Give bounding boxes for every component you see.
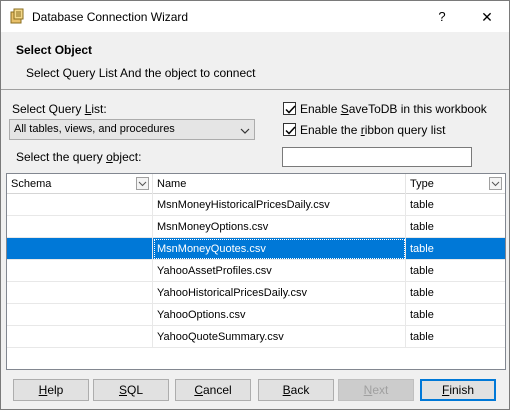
query-list-label: Select Query List:	[12, 102, 107, 116]
schema-cell	[7, 194, 153, 216]
schema-cell	[7, 282, 153, 304]
schema-cell	[7, 216, 153, 238]
sql-button-mnemonic: S	[118, 383, 127, 397]
column-header-type-label: Type	[410, 178, 434, 190]
column-header-schema[interactable]: Schema	[7, 174, 153, 194]
help-button-label: elp	[47, 383, 64, 397]
savetodb-label-pre: Enable	[300, 102, 341, 116]
checkmark-icon	[285, 105, 296, 114]
savetodb-label[interactable]: Enable SaveToDB in this workbook	[300, 102, 487, 116]
database-app-icon	[9, 8, 25, 24]
type-cell: table	[406, 282, 505, 304]
query-list-label-pre: Select Query	[12, 102, 85, 116]
next-button[interactable]: Next	[338, 379, 414, 401]
title-bar[interactable]: Database Connection Wizard ? ✕	[1, 1, 509, 32]
schema-cell	[7, 238, 153, 260]
cancel-button-label: ancel	[202, 383, 232, 397]
name-cell: YahooHistoricalPricesDaily.csv	[153, 282, 406, 304]
type-filter-dropdown-icon[interactable]	[489, 177, 502, 190]
ribbon-label[interactable]: Enable the ribbon query list	[300, 123, 445, 137]
ribbon-label-post: ibbon query list	[364, 123, 446, 137]
name-cell: MsnMoneyOptions.csv	[153, 216, 406, 238]
table-row[interactable]: YahooQuoteSummary.csv table	[7, 326, 505, 348]
objects-grid[interactable]: Schema Name Type MsnMoneyHistoricalPrice…	[6, 173, 506, 370]
next-button-label: ext	[372, 383, 389, 397]
type-cell: table	[406, 326, 505, 348]
wizard-header: Select Object Select Query List And the …	[1, 32, 509, 90]
schema-cell	[7, 260, 153, 282]
type-cell: table	[406, 304, 505, 326]
ribbon-checkbox[interactable]	[283, 123, 296, 136]
query-object-label: Select the query object:	[16, 150, 141, 164]
query-object-label-mnemonic: o	[106, 150, 113, 164]
table-row[interactable]: MsnMoneyHistoricalPricesDaily.csv table	[7, 194, 505, 216]
ribbon-label-pre: Enable the	[300, 123, 361, 137]
query-object-label-post: bject:	[112, 150, 142, 164]
type-cell: table	[406, 194, 505, 216]
close-button[interactable]: ✕	[467, 4, 507, 30]
savetodb-label-mnemonic: S	[340, 102, 349, 116]
query-list-select[interactable]: All tables, views, and procedures	[9, 119, 255, 140]
schema-cell	[7, 304, 153, 326]
query-list-label-post: ist:	[91, 102, 107, 116]
type-cell: table	[406, 216, 505, 238]
query-object-label-pre: Select the query	[16, 150, 107, 164]
name-cell: MsnMoneyHistoricalPricesDaily.csv	[153, 194, 406, 216]
back-button-label: ack	[290, 383, 310, 397]
table-row-selected[interactable]: MsnMoneyQuotes.csv table	[7, 238, 505, 260]
savetodb-checkbox[interactable]	[283, 102, 296, 115]
cancel-button[interactable]: Cancel	[175, 379, 251, 401]
name-cell: YahooAssetProfiles.csv	[153, 260, 406, 282]
back-button[interactable]: Back	[258, 379, 334, 401]
finish-button-label: inish	[449, 383, 475, 397]
schema-cell	[7, 326, 153, 348]
finish-button[interactable]: Finish	[420, 379, 496, 401]
column-header-name-label: Name	[157, 178, 187, 190]
query-list-value: All tables, views, and procedures	[14, 123, 175, 135]
savetodb-label-post: aveToDB in this workbook	[348, 102, 487, 116]
help-button[interactable]: Help	[13, 379, 89, 401]
name-cell: YahooOptions.csv	[153, 304, 406, 326]
query-object-search-input[interactable]	[282, 147, 472, 167]
column-header-schema-label: Schema	[11, 178, 52, 190]
page-subtitle: Select Query List And the object to conn…	[26, 66, 256, 80]
name-cell: MsnMoneyQuotes.csv	[153, 238, 406, 260]
table-row[interactable]: MsnMoneyOptions.csv table	[7, 216, 505, 238]
type-cell: table	[406, 238, 505, 260]
type-cell: table	[406, 260, 505, 282]
title-help-button[interactable]: ?	[425, 4, 459, 30]
schema-filter-dropdown-icon[interactable]	[136, 177, 149, 190]
table-row[interactable]: YahooHistoricalPricesDaily.csv table	[7, 282, 505, 304]
grid-header: Schema Name Type	[7, 174, 505, 194]
column-header-name[interactable]: Name	[153, 174, 406, 194]
checkmark-icon	[285, 126, 296, 135]
table-row[interactable]: YahooOptions.csv table	[7, 304, 505, 326]
wizard-window: Database Connection Wizard ? ✕ Select Ob…	[0, 0, 510, 410]
table-row[interactable]: YahooAssetProfiles.csv table	[7, 260, 505, 282]
cancel-button-mnemonic: C	[194, 383, 203, 397]
back-button-mnemonic: B	[282, 383, 291, 397]
window-title: Database Connection Wizard	[32, 10, 189, 24]
sql-button[interactable]: SQL	[93, 379, 169, 401]
chevron-down-icon	[240, 125, 250, 135]
sql-button-label: QL	[127, 383, 144, 397]
name-cell: YahooQuoteSummary.csv	[153, 326, 406, 348]
page-title: Select Object	[16, 43, 93, 57]
